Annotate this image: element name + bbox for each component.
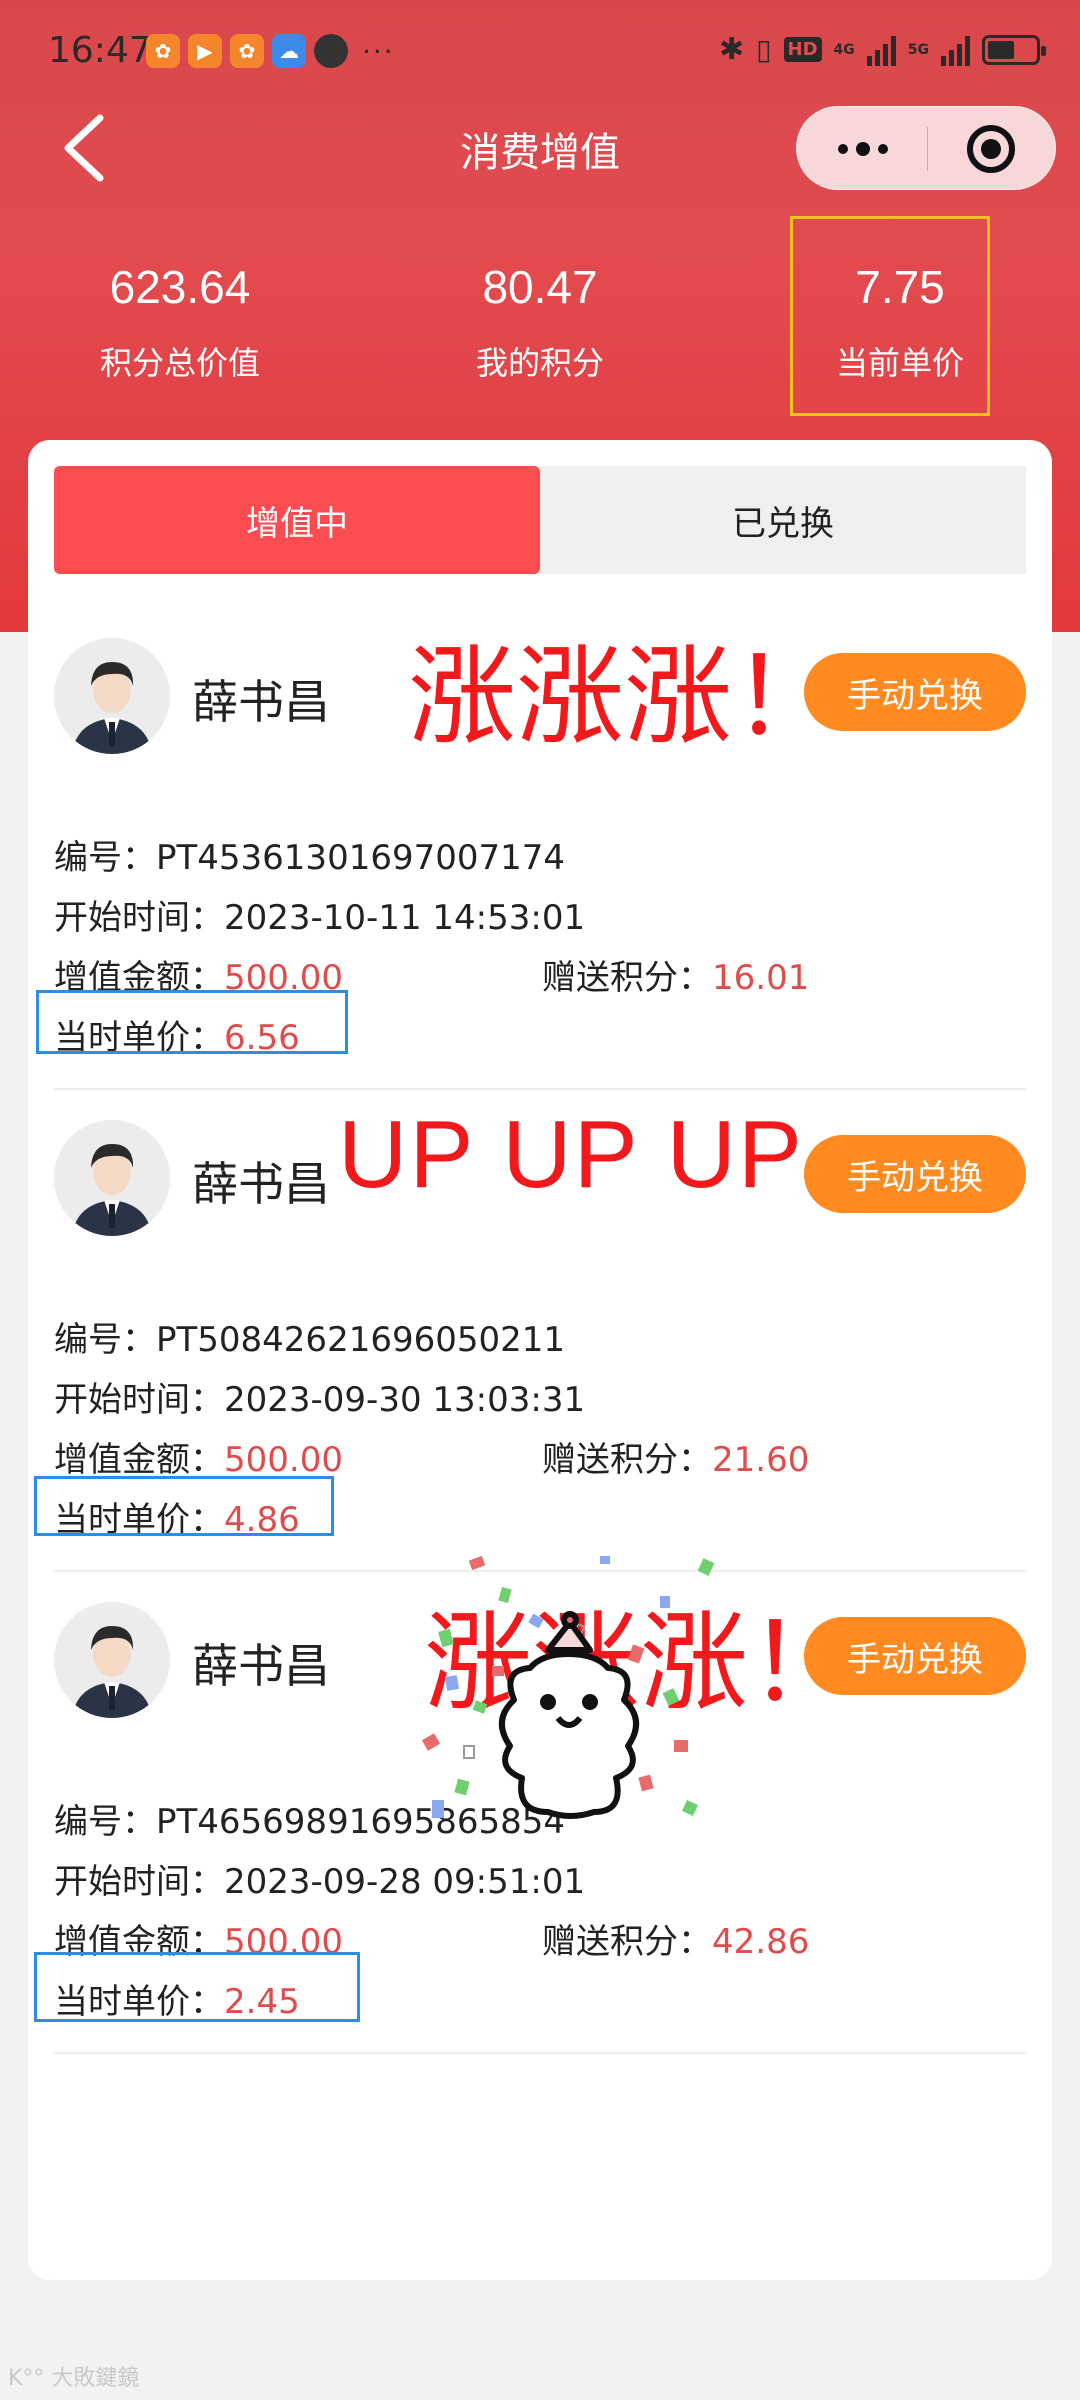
stat-label: 积分总价值 (99, 344, 260, 382)
battery-icon (982, 34, 1046, 65)
cloud-icon: ☁ (272, 34, 306, 68)
bluetooth-icon: ✱ (718, 32, 745, 67)
manual-exchange-button[interactable]: 手动兑换 (804, 1617, 1026, 1695)
more-dots-icon[interactable] (831, 129, 895, 169)
unit-price-highlight-box (34, 1476, 334, 1536)
start-time-value: 2023-09-30 13:03:31 (224, 1380, 586, 1420)
record-id-row: 编号：PT45361301697007174 (54, 830, 565, 879)
start-time-label: 开始时间： (54, 1862, 224, 1902)
avatar (54, 1120, 170, 1236)
stat-total-value: 623.64 积分总价值 (60, 260, 300, 384)
hd-badge: HD (783, 37, 822, 62)
record-divider (54, 2052, 1026, 2054)
status-indicators: ✱ ▯ HD 4G 5G (718, 32, 1046, 67)
user-name: 薛书昌 (192, 1639, 330, 1693)
signal-icon (866, 34, 896, 66)
unit-price-highlight-box (34, 1952, 360, 2022)
avatar (54, 638, 170, 754)
vibrate-icon: ▯ (756, 33, 772, 66)
message-icon (314, 34, 348, 68)
bonus-row: 赠送积分：21.60 (542, 1432, 809, 1481)
stat-value: 623.64 (109, 261, 251, 313)
network-4g-label: 4G (833, 41, 855, 58)
avatar (54, 1602, 170, 1718)
avatar-man-suit-icon (54, 638, 170, 754)
bear-icon (499, 1611, 639, 1819)
capsule-divider (927, 127, 928, 171)
bonus-label: 赠送积分： (542, 1440, 712, 1480)
tab-bar: 增值中 已兑换 (54, 466, 1026, 574)
amount-row: 增值金额：500.00 (54, 1432, 343, 1481)
start-time-row: 开始时间：2023-10-11 14:53:01 (54, 890, 585, 939)
bonus-label: 赠送积分： (542, 1922, 712, 1962)
avatar-man-suit-icon (54, 1120, 170, 1236)
avatar-man-suit-icon (54, 1602, 170, 1718)
record-item: 薛书昌 UP UP UP 手动兑换 编号：PT50842621696050211… (28, 1090, 1052, 1572)
manual-exchange-button[interactable]: 手动兑换 (804, 653, 1026, 731)
stat-value: 80.47 (482, 261, 598, 313)
current-price-highlight-box (790, 216, 990, 416)
watermark: K°° 大敗鍵鏡 (8, 2366, 140, 2391)
video-app-icon: ▶ (188, 34, 222, 68)
more-notifications-icon: ··· (362, 34, 395, 68)
status-time: 16:47 (48, 30, 152, 71)
start-time-label: 开始时间： (54, 898, 224, 938)
user-name: 薛书昌 (192, 675, 330, 729)
start-time-value: 2023-10-11 14:53:01 (224, 898, 586, 938)
overlay-annotation: UP UP UP (338, 1101, 804, 1208)
overlay-annotation: 涨涨涨！ (408, 635, 841, 760)
bonus-label: 赠送积分： (542, 958, 712, 998)
signal-icon (941, 34, 970, 66)
record-id-row: 编号：PT50842621696050211 (54, 1312, 565, 1361)
record-item: 薛书昌 涨涨涨！ 手动兑换 编号：PT45361301697007174 开始时… (28, 608, 1052, 1090)
tab-appreciating[interactable]: 增值中 (54, 466, 540, 574)
celebration-bear-sticker (421, 1555, 715, 1819)
app-notification-icon: ✿ (230, 34, 264, 68)
record-id-value: PT45361301697007174 (156, 838, 566, 878)
bonus-row: 赠送积分：42.86 (542, 1914, 809, 1963)
network-5g-label: 5G (907, 41, 929, 58)
bonus-value: 21.60 (712, 1440, 810, 1480)
record-id-label: 编号： (54, 1802, 156, 1842)
amount-label: 增值金额： (54, 1440, 224, 1480)
app-notification-icon: ✿ (146, 34, 180, 68)
manual-exchange-button[interactable]: 手动兑换 (804, 1135, 1026, 1213)
mini-program-capsule (796, 106, 1056, 190)
status-bar: 16:47 ✿ ▶ ✿ ☁ ··· ✱ ▯ HD 4G 5G (0, 0, 1080, 100)
record-id-label: 编号： (54, 1320, 156, 1360)
bonus-value: 16.01 (712, 958, 810, 998)
start-time-label: 开始时间： (54, 1380, 224, 1420)
records-card: 增值中 已兑换 薛书昌 涨涨涨！ 手动兑换 编号：PT4536130169700… (28, 440, 1052, 2280)
tab-exchanged[interactable]: 已兑换 (540, 466, 1026, 574)
unit-price-highlight-box (36, 990, 348, 1054)
target-close-icon[interactable] (967, 125, 1015, 173)
stat-label: 我的积分 (475, 344, 604, 382)
bonus-value: 42.86 (712, 1922, 810, 1962)
status-app-icons: ✿ ▶ ✿ ☁ ··· (146, 34, 395, 68)
bonus-row: 赠送积分：16.01 (542, 950, 809, 999)
start-time-row: 开始时间：2023-09-30 13:03:31 (54, 1372, 585, 1421)
stat-my-points: 80.47 我的积分 (420, 260, 660, 384)
record-id-label: 编号： (54, 838, 156, 878)
amount-value: 500.00 (224, 1440, 343, 1480)
record-id-value: PT50842621696050211 (156, 1320, 566, 1360)
user-name: 薛书昌 (192, 1157, 330, 1211)
